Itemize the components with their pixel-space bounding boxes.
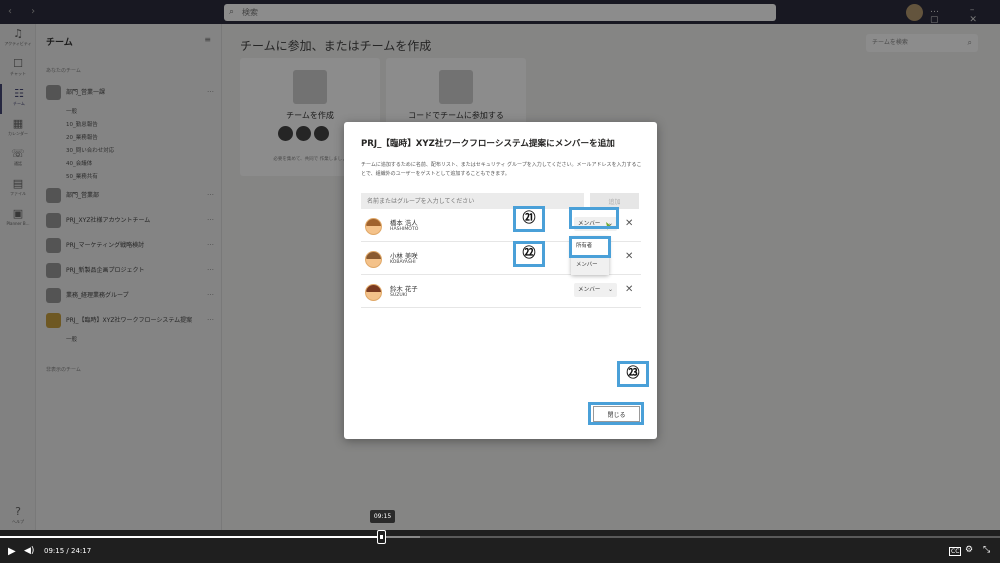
avatar — [365, 284, 382, 301]
chevron-down-icon: ⌄ — [607, 286, 613, 293]
gear-icon[interactable]: ⚙ — [965, 545, 973, 555]
callout-21: ㉑ — [513, 206, 545, 232]
remove-member-icon[interactable]: ✕ — [625, 251, 633, 262]
remove-member-icon[interactable]: ✕ — [625, 284, 633, 295]
highlight-owner-option — [569, 236, 611, 258]
remove-member-icon[interactable]: ✕ — [625, 218, 633, 229]
callout-22: ㉒ — [513, 241, 545, 267]
captions-icon[interactable]: CC — [949, 547, 962, 556]
member-name-input[interactable] — [361, 193, 584, 209]
play-icon[interactable]: ▶ — [8, 546, 16, 557]
role-select[interactable]: メンバー ⌄ — [574, 283, 617, 297]
video-player-bar — [0, 530, 1000, 563]
progress-fill — [0, 536, 380, 538]
time-tooltip: 09:15 — [370, 510, 395, 523]
highlight-role-select — [569, 207, 619, 229]
role-option-member[interactable]: メンバー — [571, 256, 609, 275]
scrub-handle[interactable] — [377, 530, 386, 544]
time-display: 09:15 / 24:17 — [44, 547, 92, 555]
avatar — [365, 218, 382, 235]
avatar — [365, 251, 382, 268]
member-row: 鈴木 花子 SUZUKI メンバー ⌄ ✕ — [361, 275, 641, 308]
dialog-title: PRJ_【臨時】XYZ社ワークフローシステム提案にメンバーを追加 — [361, 139, 615, 149]
add-members-dialog: PRJ_【臨時】XYZ社ワークフローシステム提案にメンバーを追加 チームに追加す… — [344, 122, 657, 439]
highlight-close-button — [588, 402, 644, 425]
volume-icon[interactable]: ◀) — [24, 546, 34, 556]
fullscreen-exit-icon[interactable]: ⤡ — [983, 545, 990, 555]
dialog-description: チームに追加するために名前、配布リスト、またはセキュリティ グループを入力してく… — [361, 162, 642, 177]
callout-23: ㉓ — [617, 361, 649, 387]
